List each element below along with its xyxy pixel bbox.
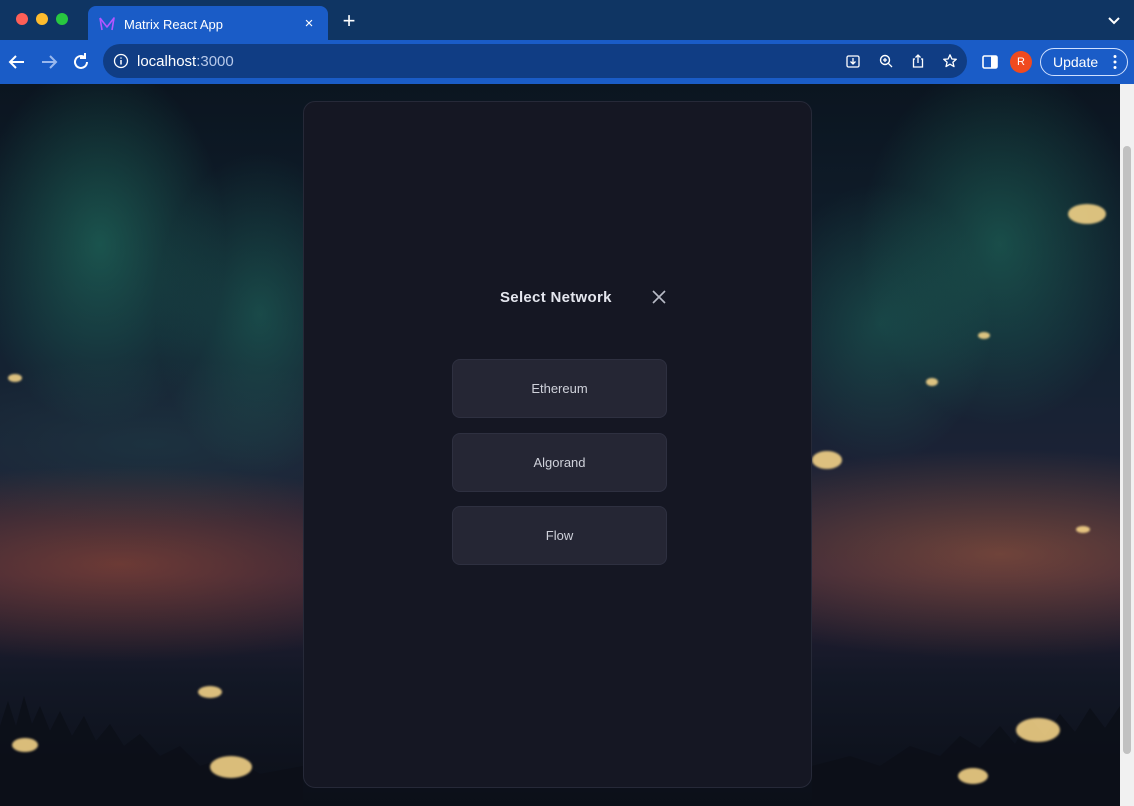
network-button-algorand[interactable]: Algorand [452, 433, 667, 492]
tab-title: Matrix React App [124, 16, 223, 32]
scrollbar-thumb[interactable] [1123, 146, 1131, 754]
network-label: Flow [545, 528, 574, 543]
arrow-right-icon[interactable] [38, 51, 60, 73]
zoom-icon[interactable] [878, 53, 894, 69]
profile-avatar[interactable]: R [1010, 51, 1032, 73]
modal-title: Select Network [500, 289, 612, 306]
browser-tab-bar: Matrix React App × + [0, 0, 1134, 42]
update-button[interactable]: Update [1040, 48, 1128, 76]
page-background: Select Network Ethereum Algorand Flow [0, 84, 1134, 806]
install-icon[interactable] [845, 53, 861, 69]
window-close-button[interactable] [16, 13, 28, 25]
star-icon[interactable] [942, 53, 958, 69]
firefly-light [926, 378, 938, 386]
firefly-light [1016, 718, 1060, 742]
tab-close-icon[interactable]: × [300, 15, 318, 33]
window-minimize-button[interactable] [36, 13, 48, 25]
firefly-light [812, 451, 842, 469]
update-label: Update [1053, 54, 1099, 70]
firefly-light [210, 756, 252, 778]
new-tab-button[interactable]: + [338, 10, 360, 32]
info-icon[interactable] [113, 53, 129, 69]
url-host: localhost [137, 53, 197, 70]
select-network-modal: Select Network Ethereum Algorand Flow [303, 101, 812, 788]
window-zoom-button[interactable] [56, 13, 68, 25]
firefly-light [1076, 526, 1090, 533]
network-label: Algorand [533, 455, 586, 470]
browser-toolbar: localhost:3000 R Update [0, 40, 1134, 84]
chevron-down-icon[interactable] [1106, 12, 1122, 28]
firefly-light [8, 374, 22, 382]
scrollbar-track[interactable] [1120, 84, 1134, 806]
network-button-ethereum[interactable]: Ethereum [452, 359, 667, 418]
firefly-light [12, 738, 38, 752]
browser-tab[interactable]: Matrix React App × [88, 6, 328, 42]
side-panel-icon[interactable] [981, 53, 999, 71]
firefly-light [958, 768, 988, 784]
network-button-flow[interactable]: Flow [452, 506, 667, 565]
more-vert-icon[interactable] [1113, 54, 1117, 70]
url-text: localhost:3000 [137, 53, 234, 70]
arrow-left-icon[interactable] [6, 51, 28, 73]
firefly-light [1068, 204, 1106, 224]
firefly-light [198, 686, 222, 698]
close-icon[interactable] [651, 289, 667, 305]
url-port: :3000 [196, 53, 234, 70]
reload-icon[interactable] [70, 51, 92, 73]
network-label: Ethereum [531, 381, 588, 396]
matrix-logo-icon [99, 17, 115, 31]
share-icon[interactable] [910, 53, 926, 69]
address-bar[interactable]: localhost:3000 [103, 44, 967, 78]
firefly-light [978, 332, 990, 339]
